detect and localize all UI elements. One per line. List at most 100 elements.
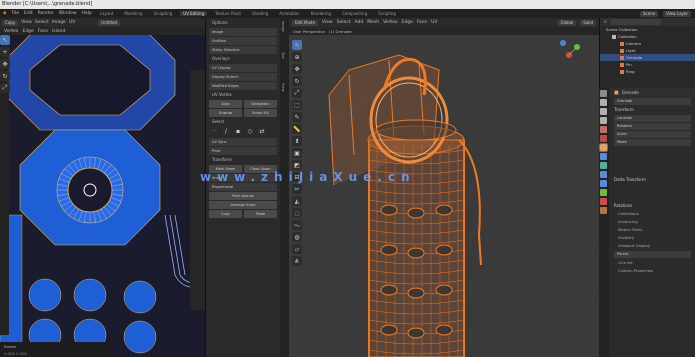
move-icon[interactable]: ✥	[292, 64, 302, 74]
tab-modeling[interactable]: Modeling	[121, 11, 145, 16]
uv-select-edge[interactable]: Edge	[22, 29, 33, 34]
physics-tab-icon[interactable]	[600, 171, 607, 178]
uv-menu-image[interactable]: Image	[52, 20, 66, 25]
section-relations[interactable]: Relations	[600, 202, 695, 210]
tab-uv-editing[interactable]: UV Editing	[180, 11, 208, 16]
render-tab-icon[interactable]	[600, 99, 607, 106]
section-motion-paths[interactable]: Motion Paths	[600, 226, 695, 234]
uv-select-island[interactable]: Island	[52, 29, 65, 34]
smart-uv-button[interactable]: Smart UV	[244, 109, 277, 117]
tab-scripting[interactable]: Scripting	[375, 11, 399, 16]
viewport-3d[interactable]	[289, 35, 599, 357]
tab-compositing[interactable]: Compositing	[339, 11, 370, 16]
edge-select-icon[interactable]: /	[221, 127, 231, 135]
smooth-icon[interactable]: 〜	[292, 220, 302, 230]
move-tool-icon[interactable]: ✥	[0, 59, 10, 69]
panel-heading-transform[interactable]: Transform	[209, 156, 277, 164]
scene-selector[interactable]: Scene	[639, 10, 659, 17]
menu-edit[interactable]: Edit	[24, 11, 33, 16]
shear-icon[interactable]: ▱	[292, 244, 302, 254]
rotate-tool-icon[interactable]: ↻	[0, 71, 10, 81]
output-tab-icon[interactable]	[600, 108, 607, 115]
vp-menu-edge[interactable]: Edge	[402, 20, 413, 25]
sticky-selection[interactable]: Sticky Selection	[209, 46, 277, 54]
sidebar-tab-image[interactable]: Image	[281, 21, 285, 49]
tab-texture-paint[interactable]: Texture Paint	[212, 11, 244, 16]
modified-edges-row[interactable]: Modified Edges	[209, 82, 277, 90]
object-tab-icon[interactable]	[599, 143, 608, 152]
scale-field[interactable]: Scale	[614, 131, 691, 138]
section-line-art[interactable]: Line Art	[600, 259, 695, 267]
pack-islands-button[interactable]: Pack Islands	[209, 192, 277, 200]
blender-logo-icon[interactable]: ◆	[3, 11, 6, 16]
modifier-tab-icon[interactable]	[600, 153, 607, 160]
tab-layout[interactable]: Layout	[97, 11, 117, 16]
tab-sculpting[interactable]: Sculpting	[151, 11, 176, 16]
knife-icon[interactable]: ✂	[292, 184, 302, 194]
uv-menu-view[interactable]: View	[21, 20, 32, 25]
paste-button[interactable]: Paste	[244, 210, 277, 218]
vp-menu-select[interactable]: Select	[337, 20, 351, 25]
rotate-icon[interactable]: ↻	[292, 76, 302, 86]
copy-button[interactable]: Copy	[209, 210, 242, 218]
viewlayer-selector[interactable]: View Layer	[663, 10, 691, 17]
vp-menu-view[interactable]: View	[322, 20, 333, 25]
outliner-item[interactable]: Pin	[600, 61, 695, 68]
spin-icon[interactable]: ◌	[292, 208, 302, 218]
transform-orientation[interactable]: Global	[557, 19, 577, 26]
section-custom-properties[interactable]: Custom Properties	[600, 267, 695, 275]
section-viewport-display[interactable]: Viewport Display	[600, 242, 695, 250]
vp-menu-add[interactable]: Add	[355, 20, 364, 25]
polybuild-icon[interactable]: ◭	[292, 196, 302, 206]
uv-menu-uv[interactable]: UV	[69, 20, 75, 25]
average-scale-button[interactable]: Average Scale	[209, 201, 277, 209]
outliner-item[interactable]: Collection	[600, 33, 695, 40]
data-tab-icon[interactable]	[600, 189, 607, 196]
vp-menu-vertex[interactable]: Vertex	[383, 20, 397, 25]
sync-select-icon[interactable]: ⇄	[257, 127, 267, 135]
transform-icon[interactable]: ⬚	[292, 100, 302, 110]
outliner-scene-collection[interactable]: Scene Collection	[600, 26, 695, 33]
extrude-icon[interactable]: ⬆	[292, 136, 302, 146]
texture-tab-icon[interactable]	[600, 207, 607, 214]
vp-menu-mesh[interactable]: Mesh	[367, 20, 379, 25]
shrink-icon[interactable]: ◍	[292, 232, 302, 242]
align-button[interactable]: Align	[209, 100, 242, 108]
sidebar-tab-view[interactable]: View	[281, 83, 285, 111]
tab-shading[interactable]: Shading	[249, 11, 271, 16]
uv-select-vertex[interactable]: Vertex	[4, 29, 18, 34]
vertex-select-icon[interactable]: ·	[209, 127, 219, 135]
measure-icon[interactable]: 📏	[292, 124, 302, 134]
face-select-icon[interactable]: ▪	[233, 127, 243, 135]
outliner-search[interactable]	[610, 19, 661, 25]
menu-render[interactable]: Render	[38, 11, 54, 16]
mode-field[interactable]: Mode	[614, 139, 691, 146]
annotate-icon[interactable]: ✎	[292, 112, 302, 122]
outliner-item[interactable]: Ring	[600, 68, 695, 75]
section-visibility[interactable]: Visibility	[600, 234, 695, 242]
rotation-field[interactable]: Rotation	[614, 123, 691, 130]
menu-window[interactable]: Window	[59, 11, 77, 16]
island-select-icon[interactable]: ◇	[245, 127, 255, 135]
tab-animation[interactable]: Animation	[276, 11, 302, 16]
scene-tab-icon[interactable]	[600, 126, 607, 133]
outliner-item[interactable]: Grenade	[600, 54, 695, 61]
bevel-icon[interactable]: ◩	[292, 160, 302, 170]
uv-editor-canvas[interactable]	[0, 35, 205, 357]
menu-file[interactable]: File	[11, 11, 19, 16]
cursor-icon[interactable]: ⊕	[292, 52, 302, 62]
particles-tab-icon[interactable]	[600, 162, 607, 169]
display-stretch-row[interactable]: Display Stretch	[209, 73, 277, 81]
editor-type-button[interactable]: Copy	[2, 19, 19, 26]
scale-icon[interactable]: ⤢	[292, 88, 302, 98]
outliner-item[interactable]: Camera	[600, 40, 695, 47]
uv-sync-row[interactable]: UV Sync	[209, 138, 277, 146]
rip-icon[interactable]: ⋔	[292, 256, 302, 266]
section-transform[interactable]: Transform	[600, 106, 695, 114]
world-tab-icon[interactable]	[600, 135, 607, 142]
parent-field[interactable]: Parent	[614, 251, 691, 258]
image-field[interactable]: Untitled	[209, 37, 277, 45]
uv-select-face[interactable]: Face	[38, 29, 48, 34]
section-collections[interactable]: Collections	[600, 210, 695, 218]
vp-menu-uv[interactable]: UV	[431, 20, 437, 25]
